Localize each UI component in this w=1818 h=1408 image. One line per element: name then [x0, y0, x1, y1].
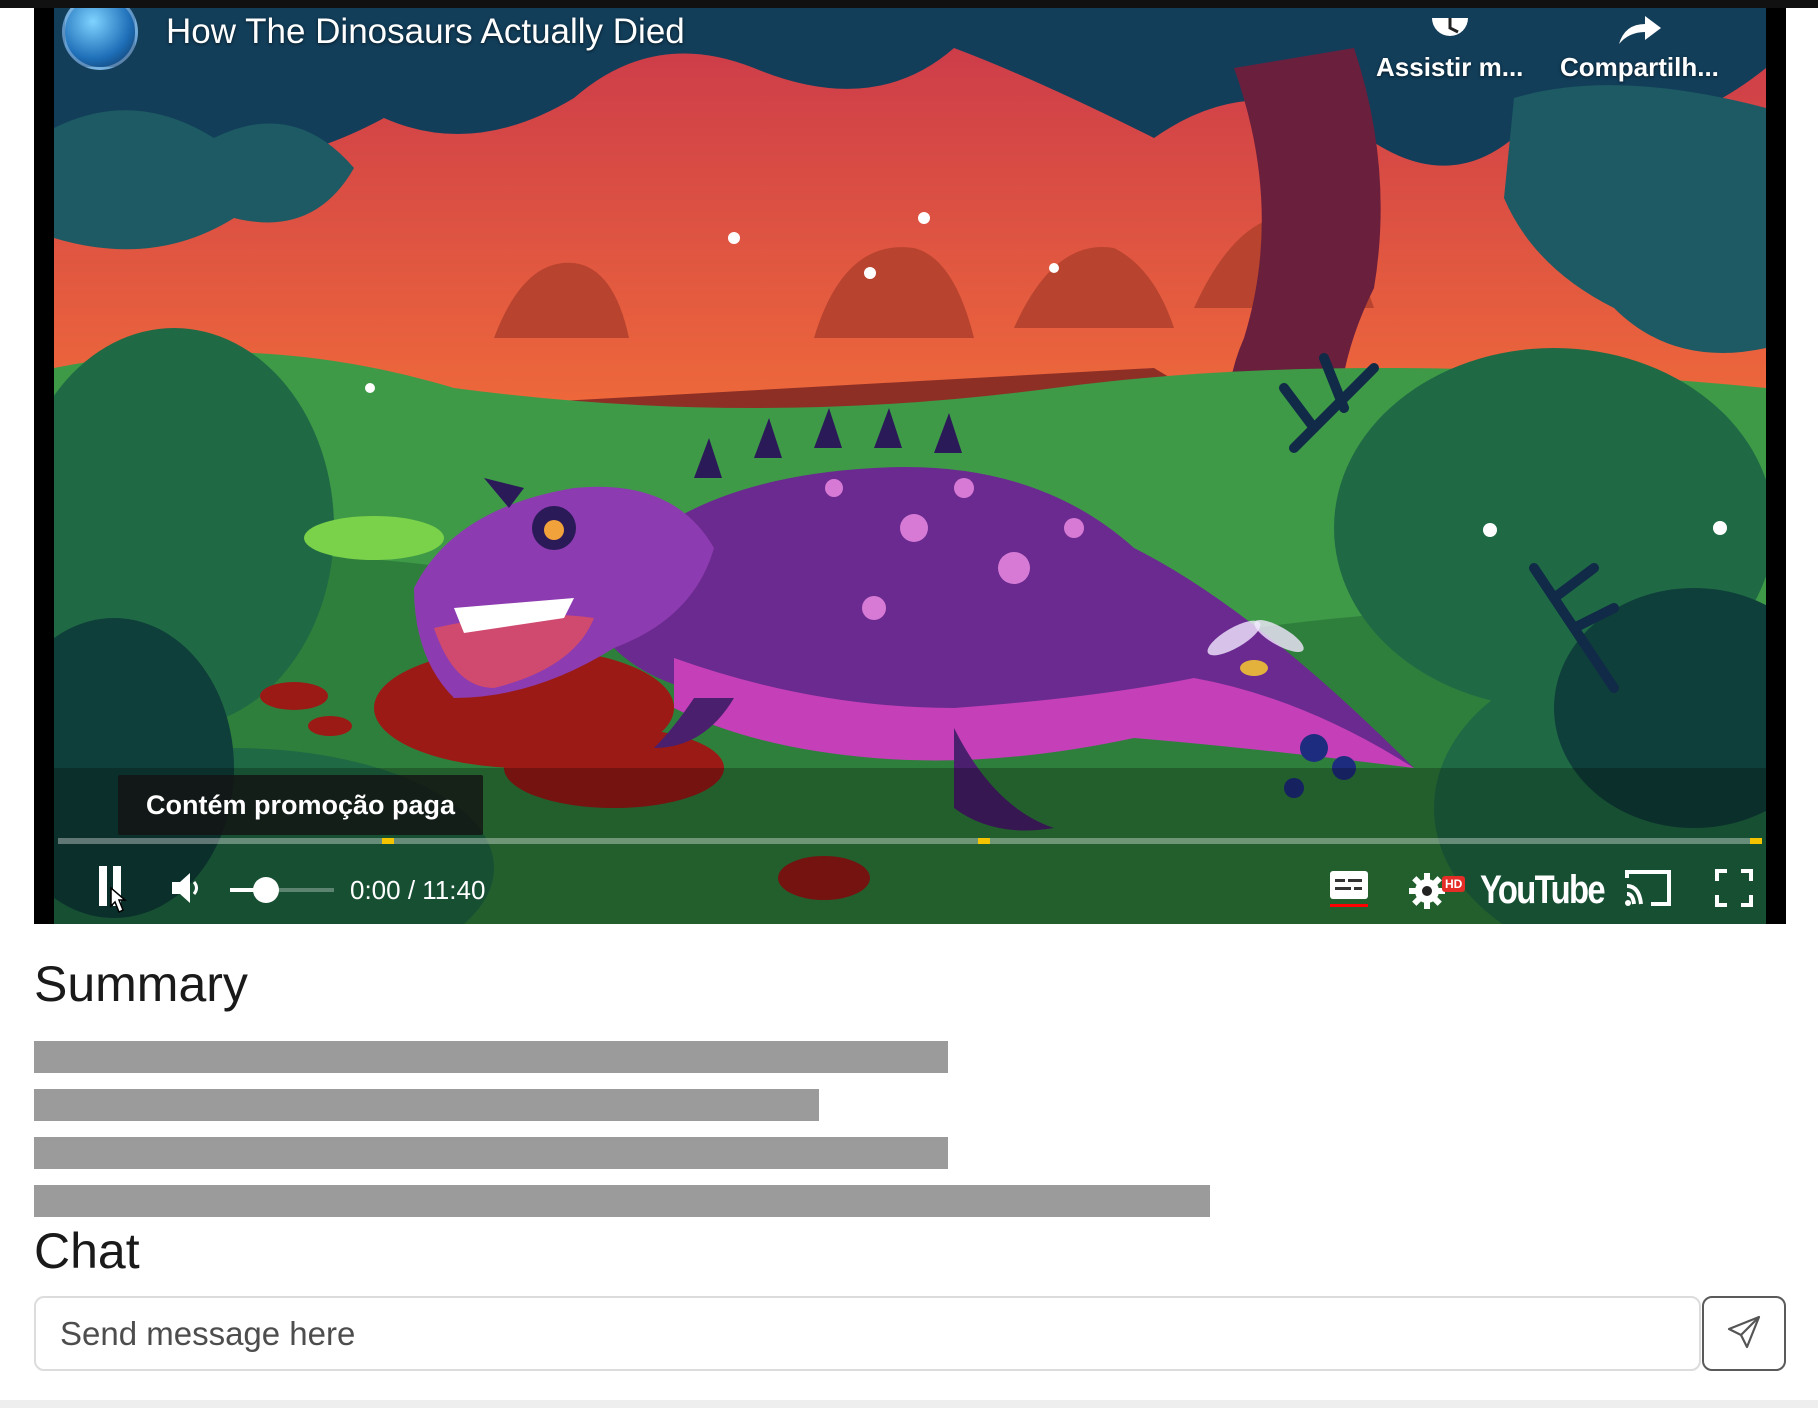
- settings-button[interactable]: HD: [1398, 856, 1470, 924]
- watch-later-button[interactable]: Assistir m...: [1376, 8, 1523, 83]
- volume-slider[interactable]: [230, 877, 334, 903]
- bottom-strip: [0, 1400, 1818, 1408]
- top-edge-bar: [0, 0, 1818, 8]
- share-button[interactable]: Compartilh...: [1560, 8, 1719, 83]
- send-button[interactable]: [1702, 1296, 1786, 1371]
- share-arrow-icon: [1615, 8, 1663, 46]
- share-label: Compartilh...: [1560, 52, 1719, 82]
- summary-skeleton-line: [34, 1041, 949, 1073]
- channel-avatar[interactable]: [62, 8, 138, 70]
- fullscreen-button[interactable]: [1698, 856, 1770, 924]
- youtube-logo[interactable]: YouTube: [1480, 856, 1606, 924]
- clock-icon: [1428, 8, 1472, 46]
- chapter-marker: [978, 838, 991, 844]
- cast-icon: [1623, 868, 1673, 913]
- gear-icon: [1408, 872, 1446, 915]
- volume-knob[interactable]: [253, 877, 280, 903]
- chat-heading: Chat: [34, 1223, 140, 1279]
- settings-icon-wrap: HD: [1404, 868, 1466, 915]
- summary-heading: Summary: [34, 956, 248, 1012]
- subtitles-icon: [1328, 867, 1370, 914]
- cast-button[interactable]: [1612, 856, 1684, 924]
- time-display: 0:00 / 11:40: [350, 874, 486, 905]
- chat-message-input[interactable]: [34, 1296, 1701, 1371]
- summary-skeleton-line: [34, 1185, 1211, 1217]
- send-icon: [1726, 1314, 1762, 1353]
- watch-later-label: Assistir m...: [1376, 52, 1524, 82]
- player-controls: 0:00 / 11:40 HD YouTube: [34, 856, 1786, 924]
- video-player[interactable]: How The Dinosaurs Actually Died Assistir…: [34, 8, 1786, 924]
- fullscreen-icon: [1714, 868, 1754, 913]
- chapter-marker: [1750, 838, 1762, 844]
- subtitles-button[interactable]: [1316, 856, 1382, 924]
- video-title[interactable]: How The Dinosaurs Actually Died: [166, 12, 685, 52]
- summary-skeleton-line: [34, 1137, 949, 1169]
- play-button[interactable]: [82, 856, 144, 924]
- volume-icon: [168, 870, 204, 911]
- video-title-bar: How The Dinosaurs Actually Died: [62, 8, 685, 70]
- chapter-marker: [381, 838, 394, 844]
- hd-badge: HD: [1442, 876, 1466, 892]
- paid-promotion-badge[interactable]: Contém promoção paga: [118, 775, 484, 835]
- volume-button[interactable]: [156, 856, 216, 924]
- summary-skeleton-line: [34, 1089, 820, 1121]
- progress-bar[interactable]: [58, 838, 1762, 844]
- play-icon: [93, 862, 133, 919]
